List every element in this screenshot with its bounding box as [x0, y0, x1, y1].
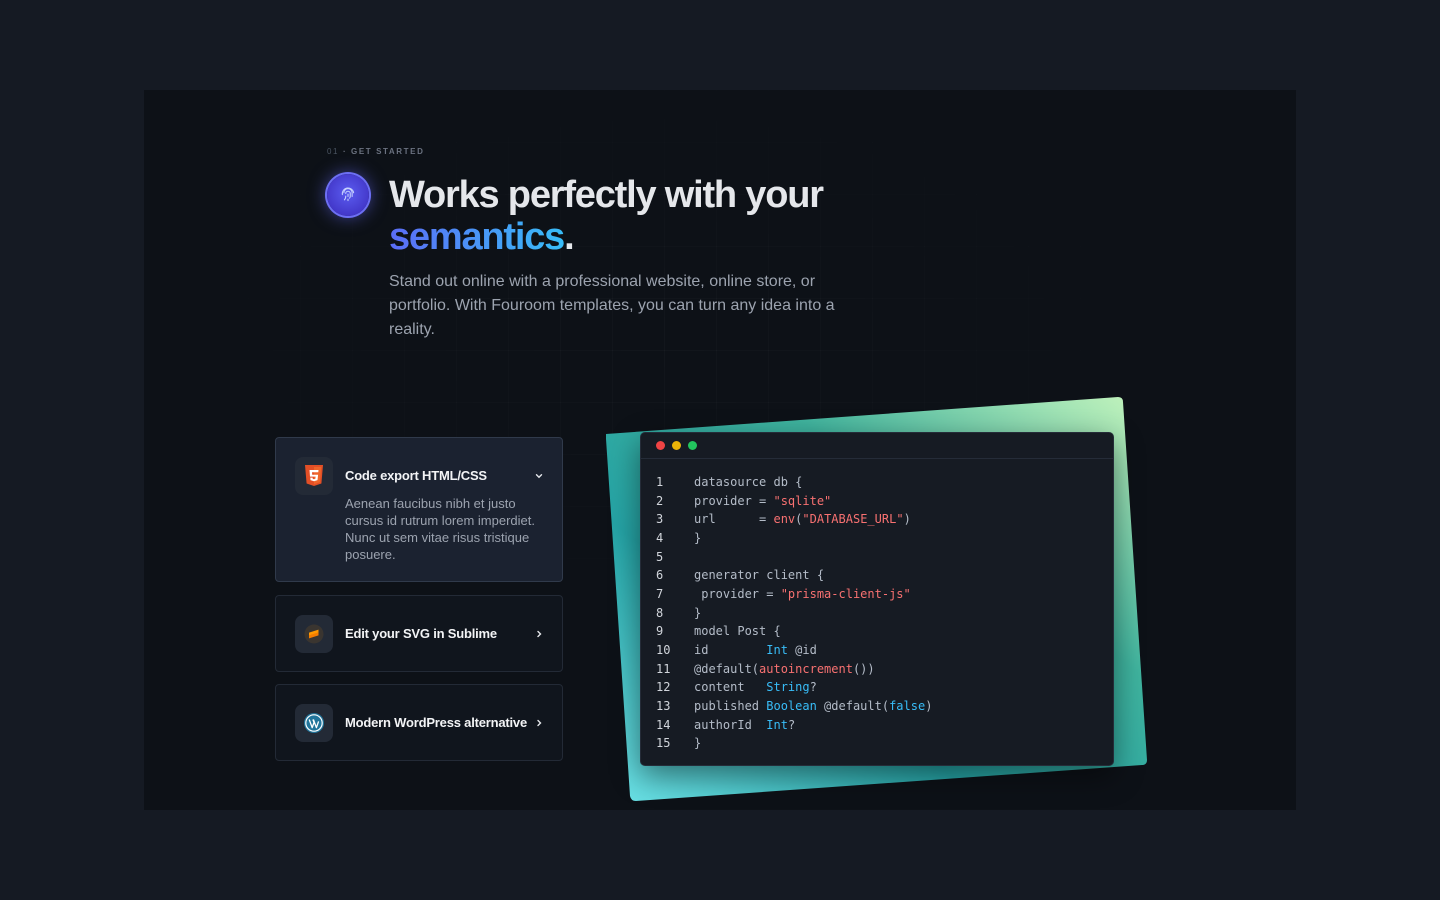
section-description: Stand out online with a professional web…: [389, 273, 835, 338]
close-window-dot[interactable]: [656, 441, 665, 450]
chevron-right-icon[interactable]: [534, 629, 544, 639]
line-number: 4: [656, 530, 664, 545]
line-number: 2: [656, 493, 664, 508]
line-number: 15: [656, 736, 671, 751]
code-line: 11 @default(autoincrement()): [641, 660, 932, 679]
editor-titlebar: [641, 433, 1113, 459]
line-number: 1: [656, 475, 664, 489]
line-number: 10: [656, 642, 671, 657]
code-editor: 1 datasource db { 2 provider = "sqlite" 3u…: [640, 432, 1114, 766]
eyebrow-number: 01: [327, 147, 340, 156]
code-block: 1 datasource db { 2 provider = "sqlite" 3u…: [641, 473, 932, 753]
line-number: 12: [656, 680, 671, 695]
feature-card-html-css[interactable]: Code export HTML/CSS Aenean faucibus nib…: [275, 437, 563, 582]
line-number: 7: [656, 586, 664, 601]
eyebrow-label: · GET STARTED: [342, 147, 425, 156]
code-line: 4}: [641, 529, 932, 548]
fingerprint-icon: [327, 174, 369, 216]
code-line: 9 model Post {: [641, 622, 932, 641]
chevron-down-icon[interactable]: [534, 471, 544, 481]
code-line: 10 id Int @id: [641, 641, 932, 660]
code-line: 5: [641, 548, 932, 567]
code-line: 15}: [641, 734, 932, 753]
code-line: 13 published Boolean @default(false): [641, 697, 932, 716]
line-number: 11: [656, 661, 671, 676]
code-line: 14 authorId Int?: [641, 716, 932, 735]
feature-card-sublime[interactable]: Edit your SVG in Sublime: [275, 595, 563, 672]
minimize-window-dot[interactable]: [672, 441, 681, 450]
code-line: 3 url = env("DATABASE_URL"): [641, 510, 932, 529]
code-line: 2 provider = "sqlite": [641, 492, 932, 511]
line-number: 9: [656, 624, 664, 639]
headline-main: Works perfectly with your: [389, 174, 824, 216]
line-number: 8: [656, 605, 664, 620]
feature-description: Aenean faucibus nibh et justo cursus id …: [345, 496, 535, 562]
line-number: 5: [656, 549, 664, 564]
line-number: 6: [656, 568, 664, 583]
code-line: 1 datasource db {: [641, 473, 932, 492]
section-eyebrow: 01 · GET STARTED: [327, 147, 424, 156]
line-number: 14: [656, 717, 671, 732]
feature-card-wordpress[interactable]: Modern WordPress alternative: [275, 684, 563, 761]
feature-title: Modern WordPress alternative: [345, 715, 527, 730]
line-number: 13: [656, 698, 671, 713]
line-number: 3: [656, 512, 664, 527]
wordpress-icon: [295, 704, 333, 742]
maximize-window-dot[interactable]: [688, 441, 697, 450]
headline-accent: semantics: [389, 216, 565, 258]
feature-title: Code export HTML/CSS: [345, 468, 487, 483]
headline-period: .: [564, 216, 575, 258]
code-line: 8}: [641, 604, 932, 623]
sublime-icon: [295, 615, 333, 653]
code-line: 12 content String?: [641, 678, 932, 697]
feature-title: Edit your SVG in Sublime: [345, 626, 497, 641]
page-title: Works perfectly with your semantics.: [389, 174, 949, 258]
html5-icon: [295, 457, 333, 495]
code-line: 6 generator client {: [641, 566, 932, 585]
chevron-right-icon[interactable]: [534, 718, 544, 728]
feature-section: 01 · GET STARTED Works perfectly with yo…: [144, 90, 1296, 810]
code-line: 7 provider = "prisma-client-js": [641, 585, 932, 604]
